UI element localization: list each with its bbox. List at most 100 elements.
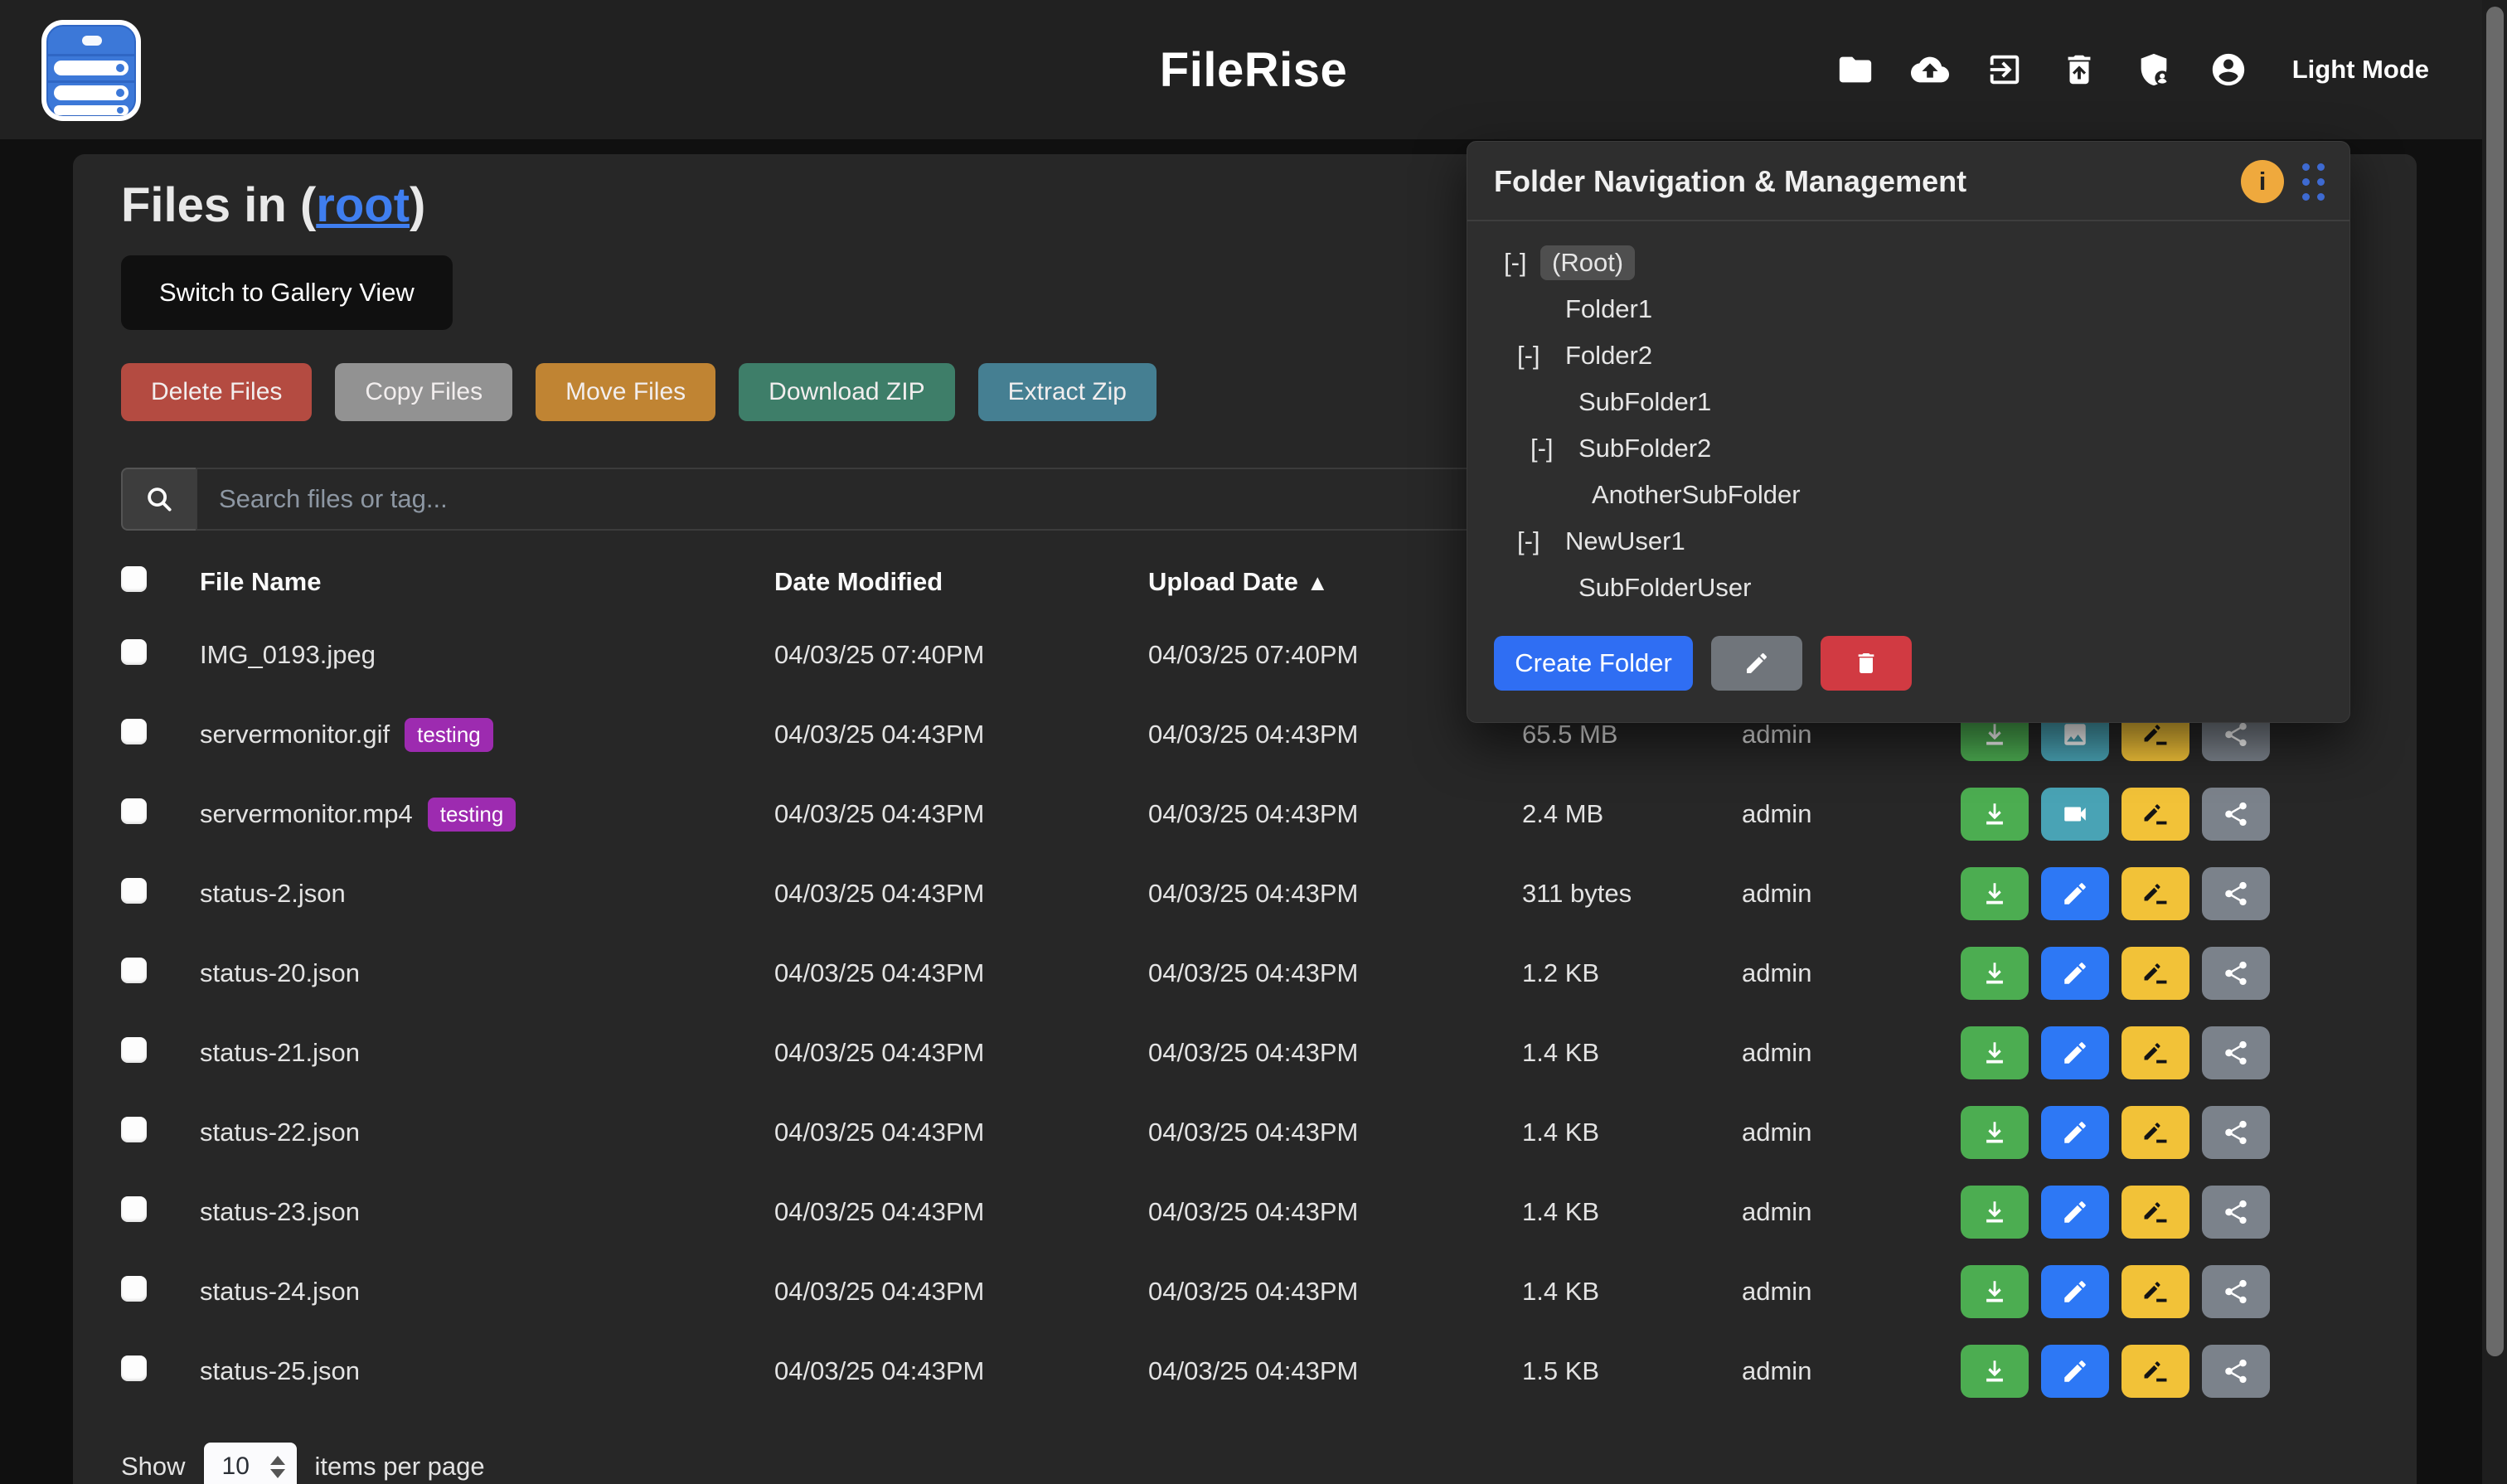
- tree-folder-label[interactable]: SubFolderUser: [1567, 570, 1763, 605]
- share-button[interactable]: [2202, 1026, 2270, 1079]
- rename-button[interactable]: [2121, 1106, 2189, 1159]
- download-button[interactable]: [1961, 947, 2029, 1000]
- column-date-modified[interactable]: Date Modified: [774, 567, 1148, 597]
- row-checkbox[interactable]: [121, 798, 147, 824]
- info-icon[interactable]: i: [2241, 160, 2284, 203]
- row-checkbox[interactable]: [121, 958, 147, 983]
- scrollbar-thumb[interactable]: [2486, 7, 2504, 1356]
- share-button[interactable]: [2202, 867, 2270, 920]
- folder-tree-item[interactable]: [-]SubFolder2: [1504, 425, 2333, 472]
- delete-files-button[interactable]: Delete Files: [121, 363, 312, 421]
- folder-tree-item[interactable]: SubFolderUser: [1504, 565, 2333, 611]
- tree-folder-label[interactable]: SubFolder1: [1567, 385, 1723, 419]
- row-checkbox[interactable]: [121, 719, 147, 744]
- tree-folder-label[interactable]: AnotherSubFolder: [1580, 478, 1812, 512]
- tree-toggle[interactable]: [-]: [1517, 526, 1554, 556]
- tree-folder-label[interactable]: (Root): [1540, 245, 1635, 280]
- folder-tree-item[interactable]: Folder1: [1504, 286, 2333, 332]
- folder-tree-item[interactable]: SubFolder1: [1504, 379, 2333, 425]
- folder-tree-item[interactable]: [-]NewUser1: [1504, 518, 2333, 565]
- folder-icon[interactable]: [1835, 49, 1876, 90]
- edit-button[interactable]: [2041, 1026, 2109, 1079]
- row-checkbox[interactable]: [121, 639, 147, 665]
- row-checkbox[interactable]: [121, 878, 147, 904]
- file-name[interactable]: status-25.json: [200, 1356, 360, 1386]
- extract-zip-button[interactable]: Extract Zip: [978, 363, 1157, 421]
- tree-toggle[interactable]: [-]: [1517, 341, 1554, 371]
- rename-folder-button[interactable]: [1711, 636, 1802, 691]
- share-button[interactable]: [2202, 1265, 2270, 1318]
- copy-files-button[interactable]: Copy Files: [335, 363, 512, 421]
- download-button[interactable]: [1961, 788, 2029, 841]
- row-checkbox[interactable]: [121, 1117, 147, 1142]
- download-button[interactable]: [1961, 1026, 2029, 1079]
- rename-button[interactable]: [2121, 947, 2189, 1000]
- row-checkbox[interactable]: [121, 1355, 147, 1381]
- folder-tree-item[interactable]: [-]Folder2: [1504, 332, 2333, 379]
- column-file-name[interactable]: File Name: [200, 567, 774, 597]
- file-name[interactable]: status-20.json: [200, 958, 360, 988]
- move-files-button[interactable]: Move Files: [536, 363, 715, 421]
- rename-button[interactable]: [2121, 1265, 2189, 1318]
- trash-restore-icon[interactable]: [2058, 49, 2100, 90]
- logout-icon[interactable]: [1984, 49, 2025, 90]
- file-name[interactable]: status-21.json: [200, 1038, 360, 1068]
- admin-shield-icon[interactable]: [2133, 49, 2175, 90]
- download-button[interactable]: [1961, 1106, 2029, 1159]
- file-name[interactable]: status-22.json: [200, 1118, 360, 1147]
- file-name[interactable]: status-2.json: [200, 879, 346, 909]
- file-name[interactable]: status-23.json: [200, 1197, 360, 1227]
- edit-button[interactable]: [2041, 1265, 2109, 1318]
- share-button[interactable]: [2202, 1345, 2270, 1398]
- rename-button[interactable]: [2121, 788, 2189, 841]
- row-checkbox[interactable]: [121, 1276, 147, 1302]
- account-icon[interactable]: [2208, 49, 2249, 90]
- cloud-upload-icon[interactable]: [1909, 49, 1951, 90]
- edit-button[interactable]: [2041, 1186, 2109, 1239]
- tree-toggle[interactable]: [-]: [1504, 248, 1540, 278]
- date-modified: 04/03/25 04:43PM: [774, 1356, 1148, 1386]
- edit-button[interactable]: [2041, 1106, 2109, 1159]
- download-button[interactable]: [1961, 1265, 2029, 1318]
- share-button[interactable]: [2202, 1186, 2270, 1239]
- share-button[interactable]: [2202, 788, 2270, 841]
- rename-button[interactable]: [2121, 1345, 2189, 1398]
- edit-button[interactable]: [2041, 867, 2109, 920]
- download-button[interactable]: [1961, 1345, 2029, 1398]
- download-zip-button[interactable]: Download ZIP: [739, 363, 954, 421]
- select-all-checkbox[interactable]: [121, 566, 147, 592]
- file-name[interactable]: status-24.json: [200, 1277, 360, 1307]
- share-button[interactable]: [2202, 947, 2270, 1000]
- file-name[interactable]: servermonitor.mp4: [200, 799, 413, 829]
- switch-gallery-view-button[interactable]: Switch to Gallery View: [121, 255, 453, 330]
- preview-button[interactable]: [2041, 788, 2109, 841]
- folder-tree-item[interactable]: AnotherSubFolder: [1504, 472, 2333, 518]
- drag-handle-icon[interactable]: [2302, 163, 2325, 201]
- folder-tree: [-](Root)Folder1[-]Folder2SubFolder1[-]S…: [1467, 221, 2349, 636]
- create-folder-button[interactable]: Create Folder: [1494, 636, 1693, 691]
- tree-toggle[interactable]: [-]: [1530, 434, 1567, 463]
- rename-button[interactable]: [2121, 1186, 2189, 1239]
- root-folder-link[interactable]: root: [316, 178, 410, 232]
- rename-button[interactable]: [2121, 867, 2189, 920]
- row-checkbox[interactable]: [121, 1037, 147, 1063]
- file-name[interactable]: servermonitor.gif: [200, 720, 390, 749]
- folder-tree-item[interactable]: [-](Root): [1504, 240, 2333, 286]
- row-checkbox[interactable]: [121, 1196, 147, 1222]
- tree-folder-label[interactable]: Folder2: [1554, 338, 1664, 373]
- tree-folder-label[interactable]: SubFolder2: [1567, 431, 1723, 466]
- share-button[interactable]: [2202, 1106, 2270, 1159]
- scrollbar-track[interactable]: [2482, 0, 2507, 1484]
- items-per-page-select[interactable]: 10: [204, 1443, 297, 1484]
- rename-button[interactable]: [2121, 1026, 2189, 1079]
- tree-folder-label[interactable]: NewUser1: [1554, 524, 1697, 559]
- edit-button[interactable]: [2041, 947, 2109, 1000]
- tree-folder-label[interactable]: Folder1: [1554, 292, 1664, 327]
- file-tag-badge: testing: [428, 798, 516, 832]
- download-button[interactable]: [1961, 1186, 2029, 1239]
- file-name[interactable]: IMG_0193.jpeg: [200, 640, 376, 670]
- edit-button[interactable]: [2041, 1345, 2109, 1398]
- delete-folder-button[interactable]: [1821, 636, 1912, 691]
- download-button[interactable]: [1961, 867, 2029, 920]
- theme-toggle-button[interactable]: Light Mode: [2292, 55, 2429, 85]
